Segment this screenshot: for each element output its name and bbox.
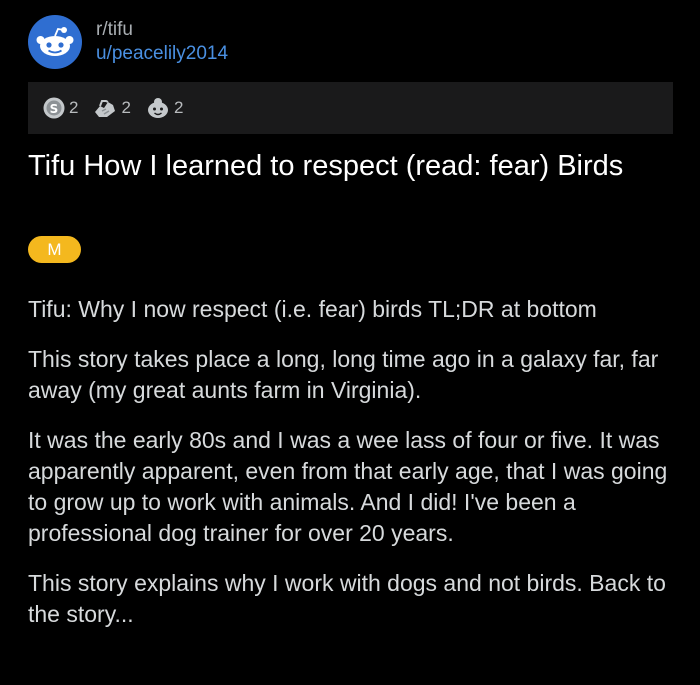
wholesome-award-icon xyxy=(147,98,168,118)
award-silver[interactable]: S 2 xyxy=(42,96,78,120)
award-wholesome[interactable]: 2 xyxy=(145,96,183,120)
post-body: Tifu: Why I now respect (i.e. fear) bird… xyxy=(28,294,678,649)
awards-bar[interactable]: S 2 2 2 xyxy=(28,82,673,134)
post-flair[interactable]: M xyxy=(28,236,81,263)
silver-award-icon: S xyxy=(43,97,65,119)
award-helpful[interactable]: 2 xyxy=(92,96,131,120)
subreddit-avatar[interactable] xyxy=(28,15,82,69)
post-paragraph: This story explains why I work with dogs… xyxy=(28,570,666,627)
award-helpful-count: 2 xyxy=(121,98,131,117)
svg-text:S: S xyxy=(50,102,59,116)
award-wholesome-count: 2 xyxy=(173,98,184,117)
author-username[interactable]: u/peacelily2014 xyxy=(96,42,228,66)
post-paragraph: It was the early 80s and I was a wee las… xyxy=(28,427,668,546)
award-silver-count: 2 xyxy=(69,98,79,117)
reddit-snoo-icon xyxy=(36,27,74,56)
subreddit-name[interactable]: r/tifu xyxy=(96,18,228,42)
post-paragraph: Tifu: Why I now respect (i.e. fear) bird… xyxy=(28,296,597,322)
post-paragraph: This story takes place a long, long time… xyxy=(28,346,659,403)
post-meta: r/tifu u/peacelily2014 xyxy=(96,18,228,66)
post-title[interactable]: Tifu How I learned to respect (read: fea… xyxy=(28,148,673,184)
post-header: r/tifu u/peacelily2014 xyxy=(28,14,228,70)
helpful-award-icon xyxy=(95,100,116,117)
